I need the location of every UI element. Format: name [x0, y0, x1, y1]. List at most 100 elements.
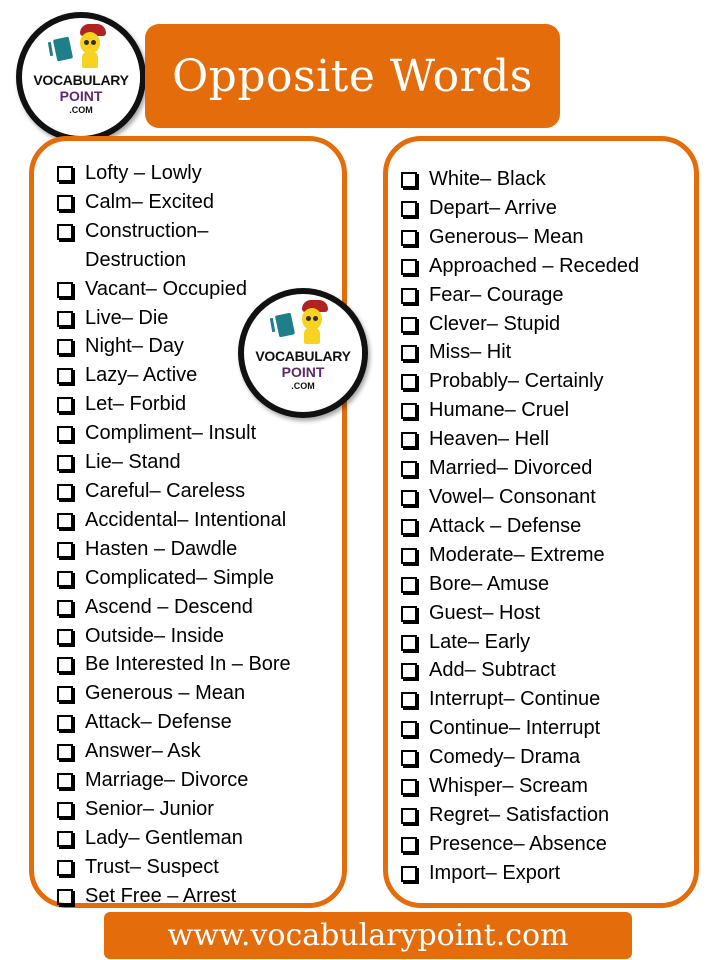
footer-banner: www.vocabularypoint.com — [104, 912, 632, 959]
word-pair-item: Lofty – Lowly — [54, 159, 291, 188]
word-pair-item: Vowel– Consonant — [398, 483, 639, 512]
checkbox-icon — [57, 483, 73, 500]
word-pair-text: Clever– Stupid — [429, 312, 561, 335]
word-pair-item: Presence– Absence — [398, 830, 639, 859]
logo-text-point: POINT — [59, 88, 103, 104]
word-pair-item: Add– Subtract — [398, 656, 639, 685]
word-pair-text: Late– Early — [429, 630, 531, 653]
word-pair-text: Trust– Suspect — [85, 855, 219, 878]
checkbox-icon — [57, 888, 73, 905]
checkbox-icon — [401, 200, 417, 217]
word-pair-text: Approached – Receded — [429, 254, 640, 277]
checkbox-icon — [401, 634, 417, 651]
word-pair-item: Continue– Interrupt — [398, 714, 639, 743]
word-pair-item: Senior– Junior — [54, 795, 291, 824]
word-pair-item: Interrupt– Continue — [398, 685, 639, 714]
word-pair-item: Married– Divorced — [398, 454, 639, 483]
word-pair-item: Late– Early — [398, 628, 639, 657]
pen-icon — [47, 41, 54, 57]
left-word-list: Lofty – Lowly Calm– Excited Construction– … — [54, 159, 291, 911]
word-pair-text: Vacant– Occupied — [85, 277, 247, 300]
checkbox-icon — [57, 455, 73, 472]
checkbox-icon — [57, 310, 73, 327]
word-pair-text: Complicated– Simple — [85, 566, 274, 589]
word-pair-text: Fear– Courage — [429, 283, 564, 306]
book-icon — [274, 312, 296, 338]
checkbox-icon — [57, 773, 73, 790]
word-pair-text: Night– Day — [85, 335, 184, 358]
logo-text-point: POINT — [281, 364, 325, 380]
word-pair-item: Accidental– Intentional — [54, 506, 291, 535]
checkbox-icon — [401, 461, 417, 478]
word-pair-item: Humane– Cruel — [398, 396, 639, 425]
word-pair-item: Miss– Hit — [398, 338, 639, 367]
checkbox-icon — [57, 570, 73, 587]
checkbox-icon — [401, 229, 417, 246]
checkbox-icon — [57, 512, 73, 529]
word-pair-text: Interrupt– Continue — [429, 688, 601, 711]
word-pair-text: Whisper– Scream — [429, 775, 588, 798]
checkbox-icon — [401, 576, 417, 593]
word-pair-text: Presence– Absence — [429, 832, 607, 855]
word-pair-text: Compliment– Insult — [85, 422, 257, 445]
word-pair-text: Heaven– Hell — [429, 428, 550, 451]
word-pair-item: Fear– Courage — [398, 281, 639, 310]
word-pair-item: Depart– Arrive — [398, 194, 639, 223]
word-pair-text: Ascend – Descend — [85, 595, 253, 618]
website-url[interactable]: www.vocabularypoint.com — [167, 918, 568, 953]
word-pair-text: Comedy– Drama — [429, 746, 581, 769]
checkbox-icon — [401, 547, 417, 564]
word-pair-text: Marriage– Divorce — [85, 769, 249, 792]
mascot-icon — [80, 32, 100, 54]
checkbox-icon — [57, 715, 73, 732]
word-pair-item: Bore– Amuse — [398, 570, 639, 599]
word-pair-item: Heaven– Hell — [398, 425, 639, 454]
checkbox-icon — [57, 657, 73, 674]
word-pair-text: Lazy– Active — [85, 364, 198, 387]
right-word-list: White– Black Depart– Arrive Generous– Mean… — [398, 165, 639, 888]
word-pair-text: Construction– Destruction — [85, 219, 209, 271]
word-pair-item: Approached – Receded — [398, 252, 639, 281]
left-word-panel: Lofty – Lowly Calm– Excited Construction– … — [29, 136, 347, 908]
checkbox-icon — [401, 836, 417, 853]
word-pair-text: Lofty – Lowly — [85, 162, 202, 184]
checkbox-icon — [57, 426, 73, 443]
checkbox-icon — [57, 859, 73, 876]
right-word-panel: White– Black Depart– Arrive Generous– Mean… — [383, 136, 699, 908]
word-pair-text: Outside– Inside — [85, 624, 224, 647]
checkbox-icon — [57, 194, 73, 211]
word-pair-item: Outside– Inside — [54, 622, 291, 651]
word-pair-text: Probably– Certainly — [429, 370, 604, 393]
word-pair-text: Guest– Host — [429, 601, 541, 624]
word-pair-item: Construction– Destruction — [54, 217, 291, 275]
word-pair-text: Continue– Interrupt — [429, 717, 601, 740]
checkbox-icon — [401, 374, 417, 391]
word-pair-text: Answer– Ask — [85, 740, 201, 763]
word-pair-item: Attack– Defense — [54, 708, 291, 737]
checkbox-icon — [401, 316, 417, 333]
word-pair-item: Vacant– Occupied — [54, 275, 291, 304]
book-icon — [52, 36, 74, 62]
word-pair-text: Humane– Cruel — [429, 399, 570, 422]
word-pair-item: Set Free – Arrest — [54, 882, 291, 911]
word-pair-text: Careful– Careless — [85, 479, 246, 502]
word-pair-text: Live– Die — [85, 306, 169, 329]
checkbox-icon — [401, 518, 417, 535]
word-pair-item: Be Interested In – Bore — [54, 650, 291, 679]
word-pair-item: Compliment– Insult — [54, 419, 291, 448]
checkbox-icon — [57, 223, 73, 240]
word-pair-item: Moderate– Extreme — [398, 541, 639, 570]
checkbox-icon — [401, 287, 417, 304]
word-pair-item: Complicated– Simple — [54, 564, 291, 593]
word-pair-item: Marriage– Divorce — [54, 766, 291, 795]
checkbox-icon — [401, 721, 417, 738]
word-pair-item: Generous– Mean — [398, 223, 639, 252]
checkbox-icon — [401, 692, 417, 709]
word-pair-text: Hasten – Dawdle — [85, 537, 238, 560]
logo-text-com: .COM — [291, 381, 315, 391]
checkbox-icon — [57, 599, 73, 616]
word-pair-text: Vowel– Consonant — [429, 485, 596, 508]
checkbox-icon — [401, 172, 417, 188]
checkbox-icon — [57, 368, 73, 385]
word-pair-text: Set Free – Arrest — [85, 884, 237, 907]
